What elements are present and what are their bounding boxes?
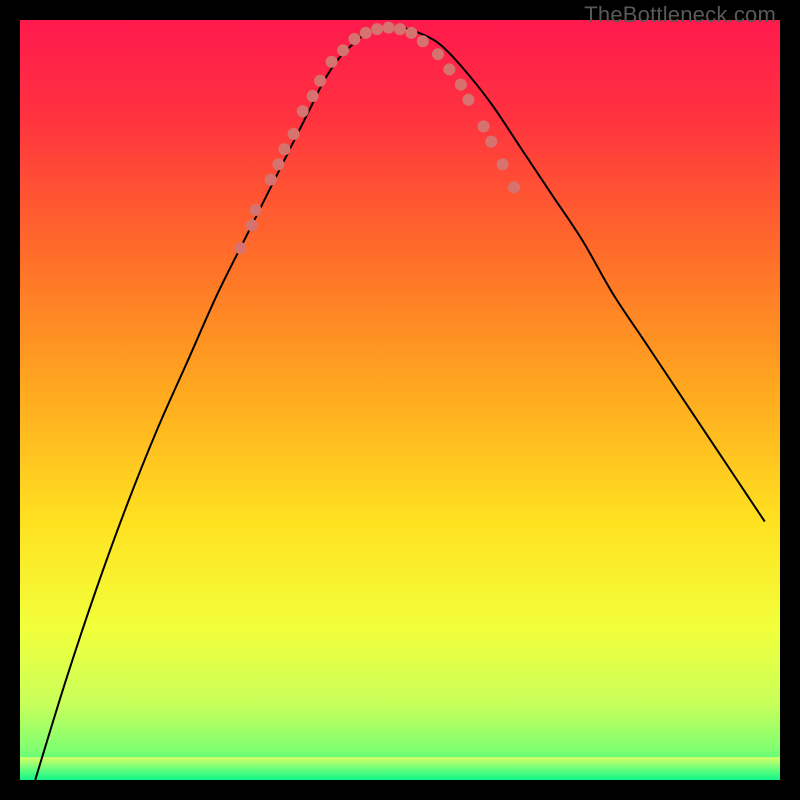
- data-marker: [462, 94, 474, 106]
- data-marker: [246, 219, 258, 231]
- data-marker: [307, 90, 319, 102]
- data-marker: [497, 158, 509, 170]
- data-marker: [360, 27, 372, 39]
- chart-frame: [20, 20, 780, 780]
- data-marker: [234, 242, 246, 254]
- data-marker: [443, 63, 455, 75]
- data-marker: [383, 22, 395, 34]
- data-marker: [432, 48, 444, 60]
- data-marker: [508, 181, 520, 193]
- green-band: [20, 757, 780, 780]
- data-marker: [405, 27, 417, 39]
- data-marker: [314, 75, 326, 87]
- data-marker: [297, 105, 309, 117]
- chart-svg: [20, 20, 780, 780]
- data-marker: [272, 158, 284, 170]
- watermark-text: TheBottleneck.com: [584, 2, 776, 28]
- data-marker: [417, 35, 429, 47]
- data-marker: [348, 33, 360, 45]
- data-marker: [371, 23, 383, 35]
- data-marker: [265, 174, 277, 186]
- data-marker: [278, 143, 290, 155]
- data-marker: [326, 56, 338, 68]
- chart-background: [20, 20, 780, 780]
- data-marker: [478, 120, 490, 132]
- data-marker: [288, 128, 300, 140]
- data-marker: [337, 44, 349, 56]
- data-marker: [394, 23, 406, 35]
- data-marker: [455, 79, 467, 91]
- data-marker: [250, 204, 262, 216]
- data-marker: [485, 136, 497, 148]
